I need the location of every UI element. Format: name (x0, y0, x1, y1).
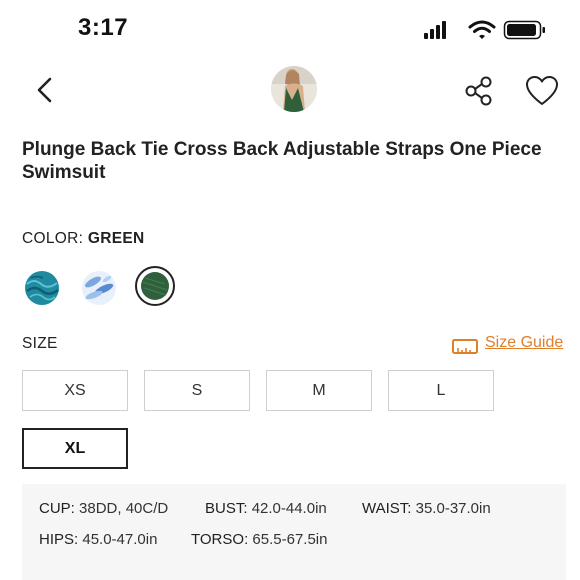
measurements-panel: CUP: 38DD, 40C/D BUST: 42.0-44.0in WAIST… (22, 484, 566, 580)
product-thumbnail[interactable] (271, 66, 317, 112)
favorite-button[interactable] (524, 74, 560, 108)
size-option-xs[interactable]: XS (22, 370, 128, 411)
hips-value: 45.0-47.0in (82, 531, 158, 548)
heart-icon (526, 76, 558, 105)
share-button[interactable] (462, 74, 496, 108)
chevron-left-icon (37, 77, 52, 103)
bust-value: 42.0-44.0in (251, 500, 327, 517)
color-swatches (22, 266, 222, 308)
measurement-waist: WAIST: 35.0-37.0in (362, 500, 491, 517)
swimsuit-photo (271, 66, 317, 112)
color-label-key: COLOR: (22, 230, 84, 247)
bust-key: BUST: (205, 500, 248, 517)
hips-key: HIPS: (39, 531, 79, 548)
measurement-cup: CUP: 38DD, 40C/D (39, 500, 168, 517)
measurement-torso: TORSO: 65.5-67.5in (191, 531, 327, 548)
green-swatch (141, 272, 169, 300)
torso-value: 65.5-67.5in (252, 531, 328, 548)
size-option-xl[interactable]: XL (22, 428, 128, 469)
swatch-green-selected[interactable] (135, 266, 175, 306)
measurement-bust: BUST: 42.0-44.0in (205, 500, 327, 517)
waist-key: WAIST: (362, 500, 412, 517)
cup-key: CUP: (39, 500, 75, 517)
cup-value: 38DD, 40C/D (79, 500, 169, 517)
blue-leaf-pattern-swatch (82, 271, 116, 305)
wifi-icon (468, 20, 496, 39)
ruler-icon (452, 339, 478, 354)
waist-value: 35.0-37.0in (415, 500, 491, 517)
torso-key: TORSO: (191, 531, 249, 548)
color-label: COLOR: GREEN (22, 230, 144, 248)
status-bar: 3:17 (0, 0, 580, 60)
status-time: 3:17 (78, 14, 129, 41)
size-option-s[interactable]: S (144, 370, 250, 411)
swatch-blue-leaf[interactable] (79, 268, 119, 308)
swatch-teal[interactable] (22, 268, 62, 308)
share-icon (465, 76, 492, 106)
product-title: Plunge Back Tie Cross Back Adjustable St… (22, 139, 542, 183)
size-option-l[interactable]: L (388, 370, 494, 411)
size-guide-label: Size Guide (485, 334, 564, 351)
nav-bar (0, 60, 580, 120)
battery-icon (503, 20, 545, 40)
color-selected-value: GREEN (87, 230, 145, 247)
teal-pattern-swatch (25, 271, 59, 305)
size-label: SIZE (22, 335, 58, 352)
size-option-m[interactable]: M (266, 370, 372, 411)
measurement-hips: HIPS: 45.0-47.0in (39, 531, 157, 548)
status-icons (420, 18, 550, 42)
back-button[interactable] (30, 74, 62, 106)
signal-icon (424, 21, 446, 39)
